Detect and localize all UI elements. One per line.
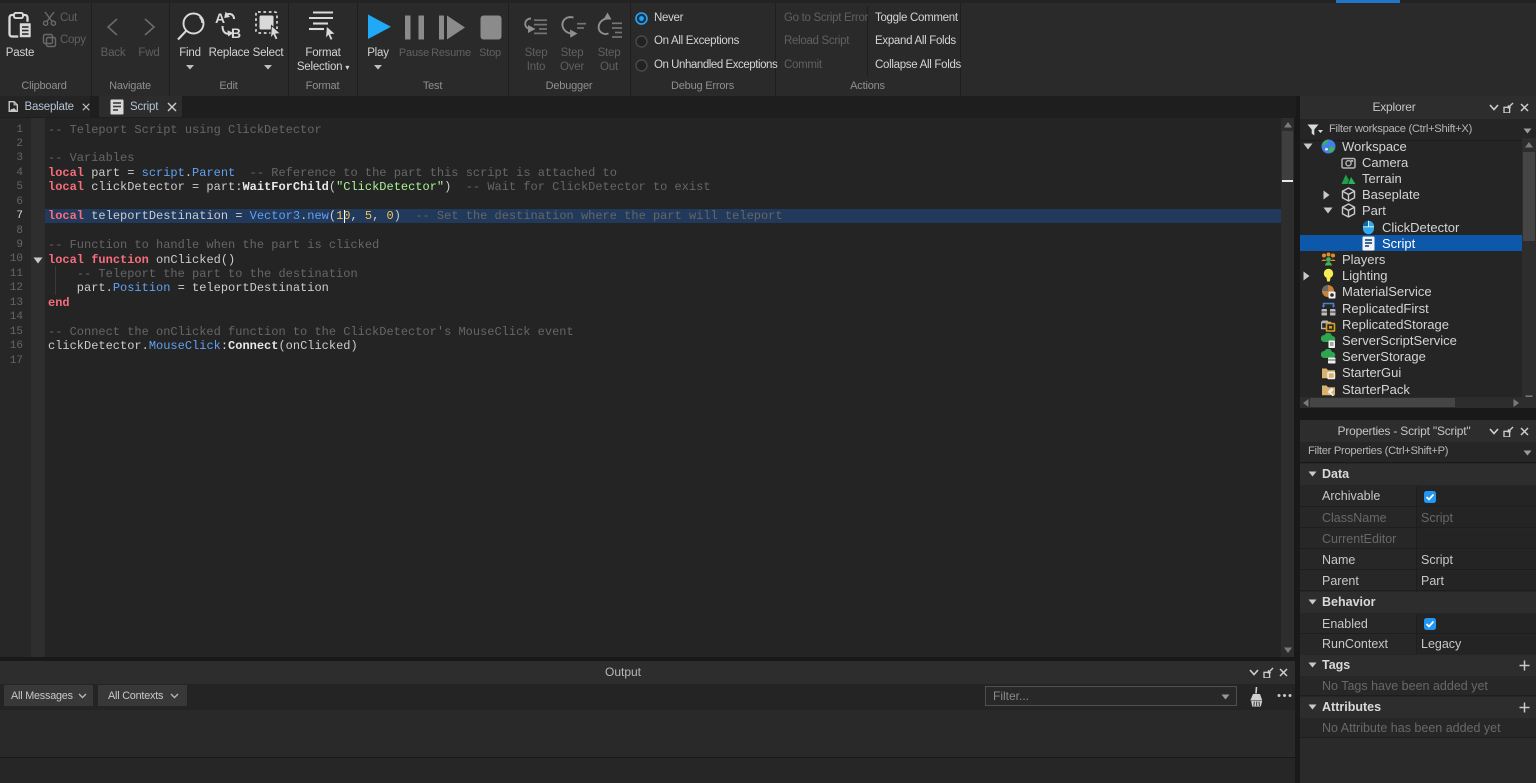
svg-text:A: A: [215, 10, 225, 26]
